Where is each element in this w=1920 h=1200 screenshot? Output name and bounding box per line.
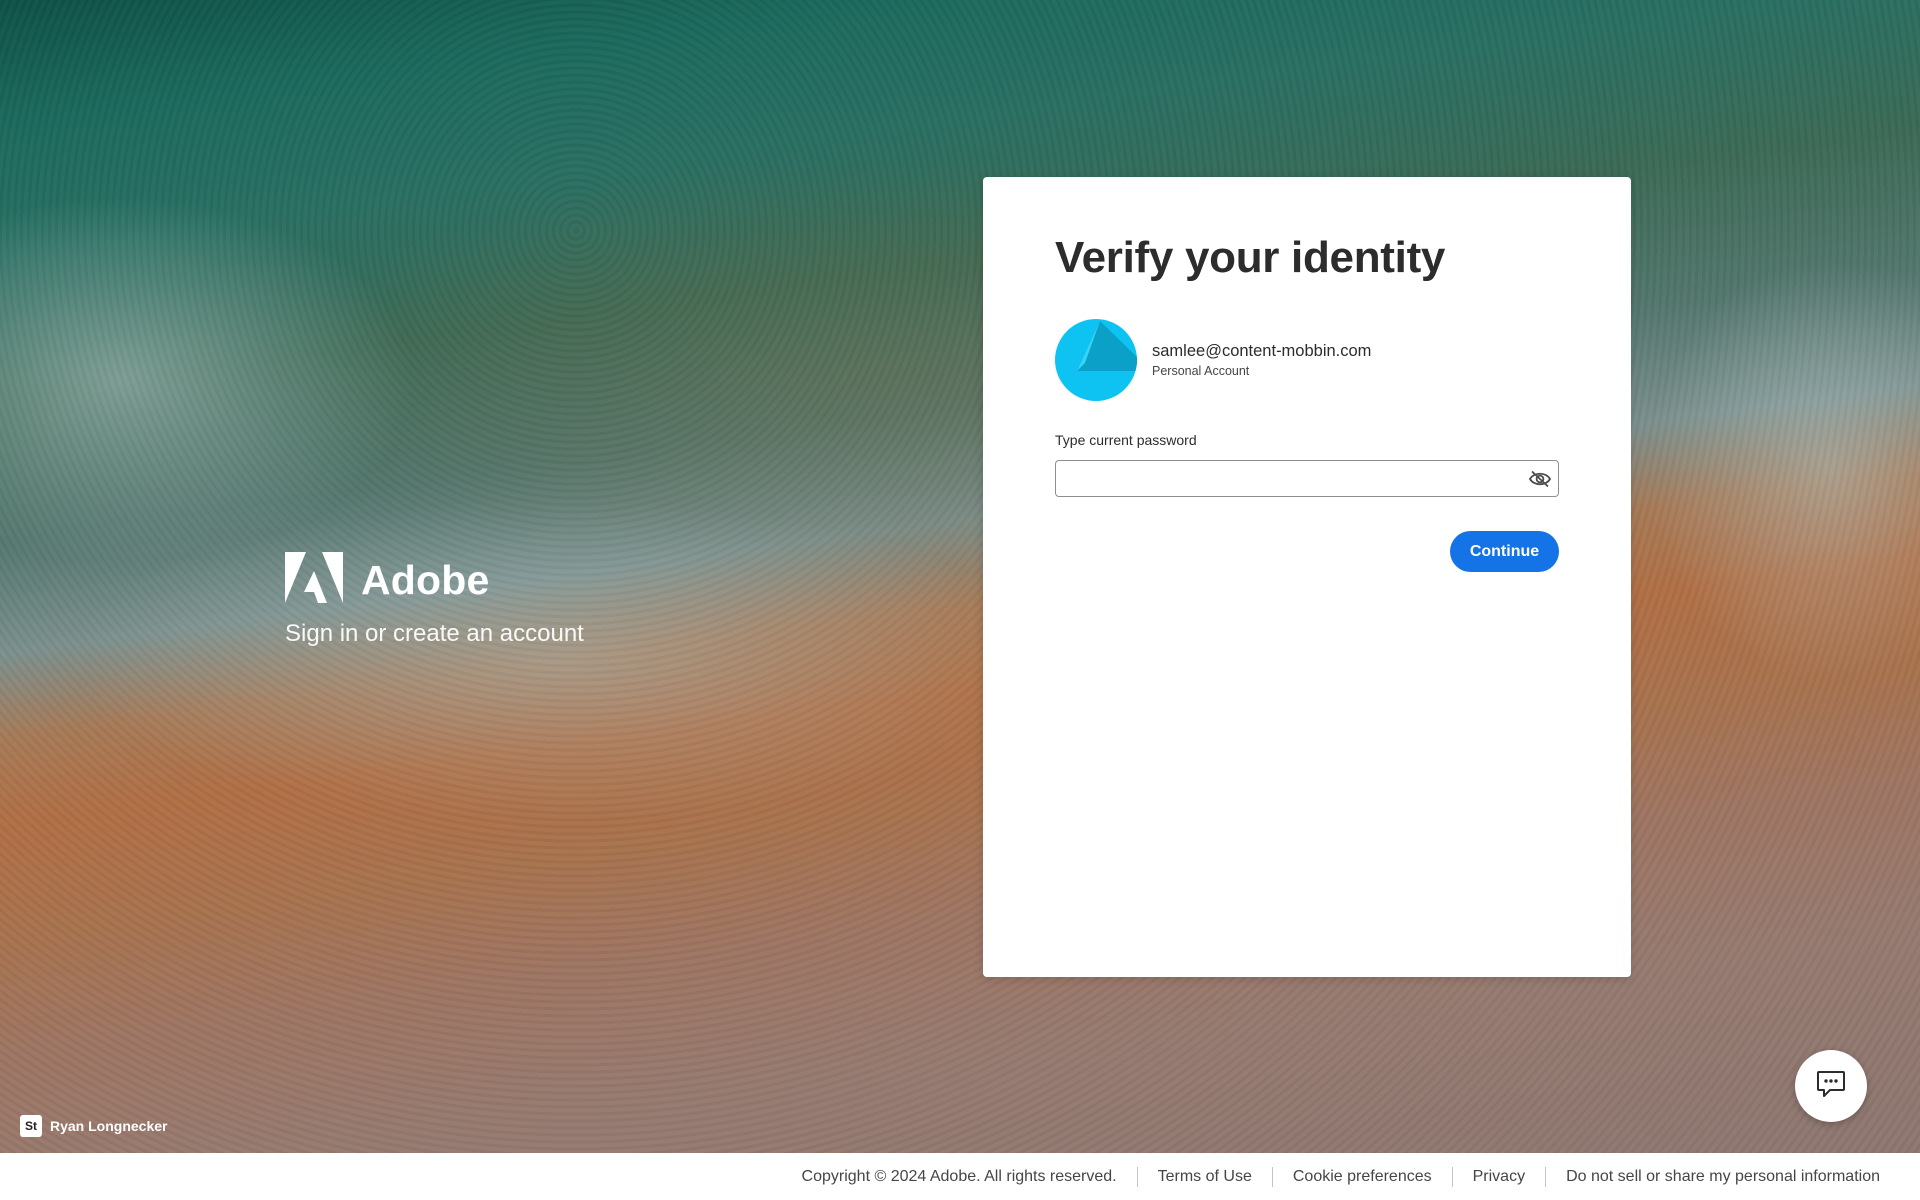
photo-credit-name[interactable]: Ryan Longnecker [50,1118,167,1134]
privacy-link[interactable]: Privacy [1473,1168,1525,1186]
brand-block: Adobe Sign in or create an account [285,552,584,648]
adobe-logo-icon [285,552,343,608]
account-type: Personal Account [1152,364,1250,378]
footer: Copyright © 2024 Adobe. All rights reser… [0,1153,1920,1200]
verify-identity-card: Verify your identity samlee@content-mobb… [983,177,1631,977]
chat-bubble-icon [1816,1070,1846,1103]
terms-of-use-link[interactable]: Terms of Use [1158,1168,1252,1186]
password-label: Type current password [1055,432,1197,448]
page-title: Verify your identity [1055,233,1446,282]
footer-divider [1271,1166,1273,1187]
continue-button[interactable]: Continue [1450,531,1559,572]
toggle-password-visibility-icon[interactable] [1522,461,1558,496]
footer-divider [1545,1166,1547,1187]
chat-button[interactable] [1795,1050,1867,1122]
cookie-preferences-link[interactable]: Cookie preferences [1293,1168,1432,1186]
copyright-text: Copyright © 2024 Adobe. All rights reser… [801,1167,1117,1185]
footer-divider [1451,1166,1453,1187]
password-field[interactable] [1055,460,1559,497]
stock-badge-icon: St [20,1115,42,1137]
brand-name: Adobe [361,556,490,603]
brand-tagline: Sign in or create an account [285,620,584,647]
account-email: samlee@content-mobbin.com [1152,342,1372,360]
photo-credit[interactable]: St Ryan Longnecker [20,1115,167,1137]
do-not-sell-link[interactable]: Do not sell or share my personal informa… [1566,1168,1880,1186]
account-summary: samlee@content-mobbin.com Personal Accou… [1055,319,1371,401]
footer-divider [1136,1166,1138,1187]
password-input[interactable] [1056,461,1522,496]
avatar [1055,319,1137,401]
